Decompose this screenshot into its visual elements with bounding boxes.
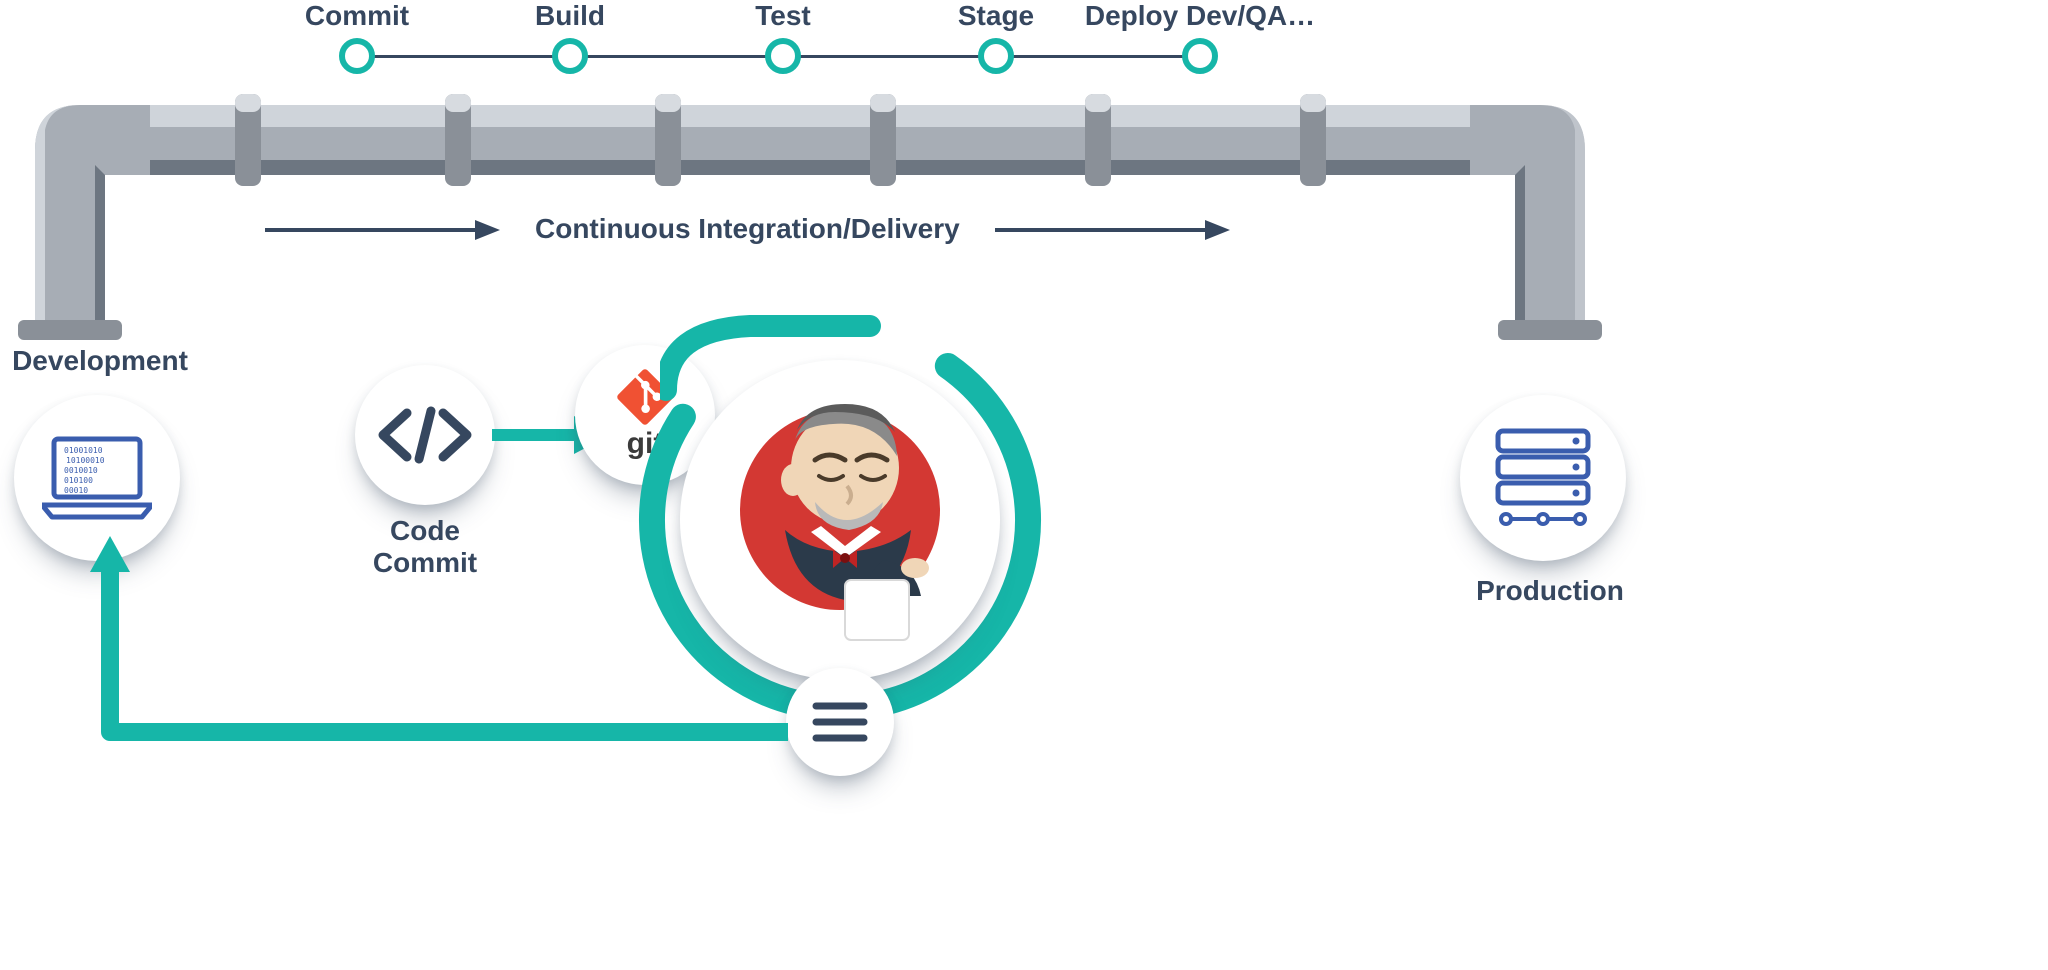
endpoint-left-label: Development [0,345,200,377]
server-stack-icon [1488,423,1598,533]
stage-label: Commit [305,0,409,32]
production-node [1460,395,1626,561]
code-icon [375,405,475,465]
stage-dot [552,38,588,74]
endpoint-right-label: Production [1460,575,1640,607]
stage-dot [765,38,801,74]
stage-dot [1182,38,1218,74]
flow-center-label: Continuous Integration/Delivery [535,213,960,245]
stage-dot [339,38,375,74]
svg-text:10100010: 10100010 [66,456,105,465]
stage-label: Stage [958,0,1034,32]
svg-text:01001010: 01001010 [64,446,103,455]
stage-label: Deploy Dev/QA… [1085,0,1315,32]
flow-arrow-right [995,210,1235,250]
flow-arrow-left [265,210,505,250]
stage-dot [978,38,1014,74]
stage-label: Test [755,0,811,32]
feedback-line [60,470,960,870]
stage-label: Build [535,0,605,32]
